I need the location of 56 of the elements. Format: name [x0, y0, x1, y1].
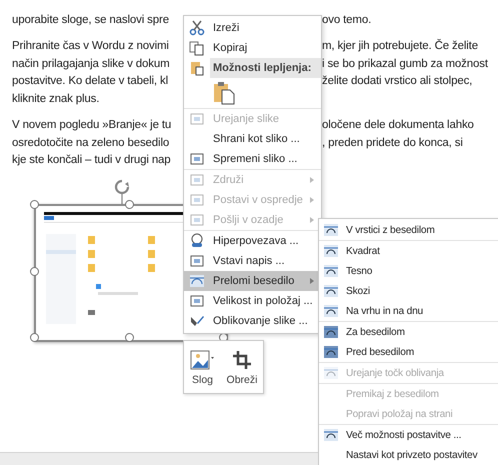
text-wrap-icon	[323, 325, 339, 339]
text-wrap-icon	[189, 273, 205, 289]
text-wrap-icon	[323, 244, 339, 258]
text-wrap-icon	[323, 304, 339, 318]
text-wrap-icon	[323, 264, 339, 278]
menu-item[interactable]: V vrstici z besedilom	[319, 220, 498, 240]
submenu-arrow-icon	[310, 217, 314, 223]
copy-icon	[189, 40, 205, 56]
body-text: Prihranite čas v Wordu z novimi	[12, 40, 170, 52]
menu-item[interactable]: Več možnosti postavitve ...	[319, 425, 498, 445]
body-text: m, kjer jih potrebujete. Če želite	[322, 40, 478, 52]
rotate-handle-icon[interactable]	[112, 178, 132, 204]
body-text: kliknite znak plus.	[12, 92, 100, 105]
body-text: , preden pridete do konca, si	[322, 136, 463, 149]
menu-item[interactable]: Nastavi kot privzeto postavitev	[319, 445, 498, 465]
submenu-arrow-icon	[310, 177, 314, 183]
picture-styles-icon	[190, 348, 216, 370]
menu-section-header: Možnosti lepljenja:	[210, 58, 321, 78]
menu-item[interactable]: Za besedilom	[319, 322, 498, 342]
text-wrap-icon	[323, 366, 339, 380]
scissors-icon	[189, 20, 205, 36]
body-text: osredotočite na zeleno besedilo	[12, 136, 170, 149]
menu-item[interactable]: Tesno	[319, 261, 498, 281]
text-wrap-icon	[323, 223, 339, 237]
submenu-arrow-icon	[310, 197, 314, 203]
menu-item[interactable]: Skozi	[319, 281, 498, 301]
toolbar-button[interactable]: Obreži	[224, 346, 260, 388]
menu-item[interactable]: Hiperpovezava ...	[184, 231, 321, 251]
submenu-arrow-icon	[310, 278, 314, 284]
menu-item[interactable]: Velikost in položaj ...	[184, 291, 321, 311]
toolbar-button[interactable]: Slog	[188, 346, 218, 388]
crop-icon	[231, 348, 254, 370]
menu-item[interactable]: Shrani kot sliko ...	[184, 129, 321, 149]
body-text: ovo temo.	[322, 14, 372, 26]
body-text: uporabite sloge, se naslovi spre	[12, 14, 170, 26]
body-text: i se bo prikazal gumb za možnost	[322, 58, 488, 70]
menu-item[interactable]: Prelomi besedilo	[184, 271, 321, 291]
text-wrap-icon	[323, 428, 339, 442]
menu-item[interactable]: Kopiraj	[184, 38, 321, 58]
body-text: želite dodati vrstico ali stolpec,	[322, 75, 472, 88]
text-wrap-icon	[323, 345, 339, 359]
clipboard-icon	[189, 60, 205, 76]
menu-item[interactable]: Oblikovanje slike ...	[184, 311, 321, 331]
body-text: postavitve. Ko delate v tabeli, kl	[12, 75, 169, 88]
menu-item[interactable]: Na vrhu in na dnu	[319, 301, 498, 321]
text-wrap-icon	[323, 284, 339, 298]
menu-item[interactable]: Izreži	[184, 18, 321, 38]
menu-item[interactable]: Spremeni sliko ...	[184, 149, 321, 169]
menu-item[interactable]: Pred besedilom	[319, 342, 498, 362]
body-text: način prilagajanja slike v dokum	[12, 58, 171, 70]
clipboard-icon[interactable]	[213, 81, 235, 105]
body-text: kje ste končali – tudi v drugi nap	[12, 154, 172, 166]
body-text: oločene dele dokumenta lahko	[322, 119, 474, 132]
body-text: V novem pogledu »Branje« je tu	[12, 119, 172, 132]
menu-item[interactable]: Kvadrat	[319, 241, 498, 261]
menu-item[interactable]: Vstavi napis ...	[184, 251, 321, 271]
